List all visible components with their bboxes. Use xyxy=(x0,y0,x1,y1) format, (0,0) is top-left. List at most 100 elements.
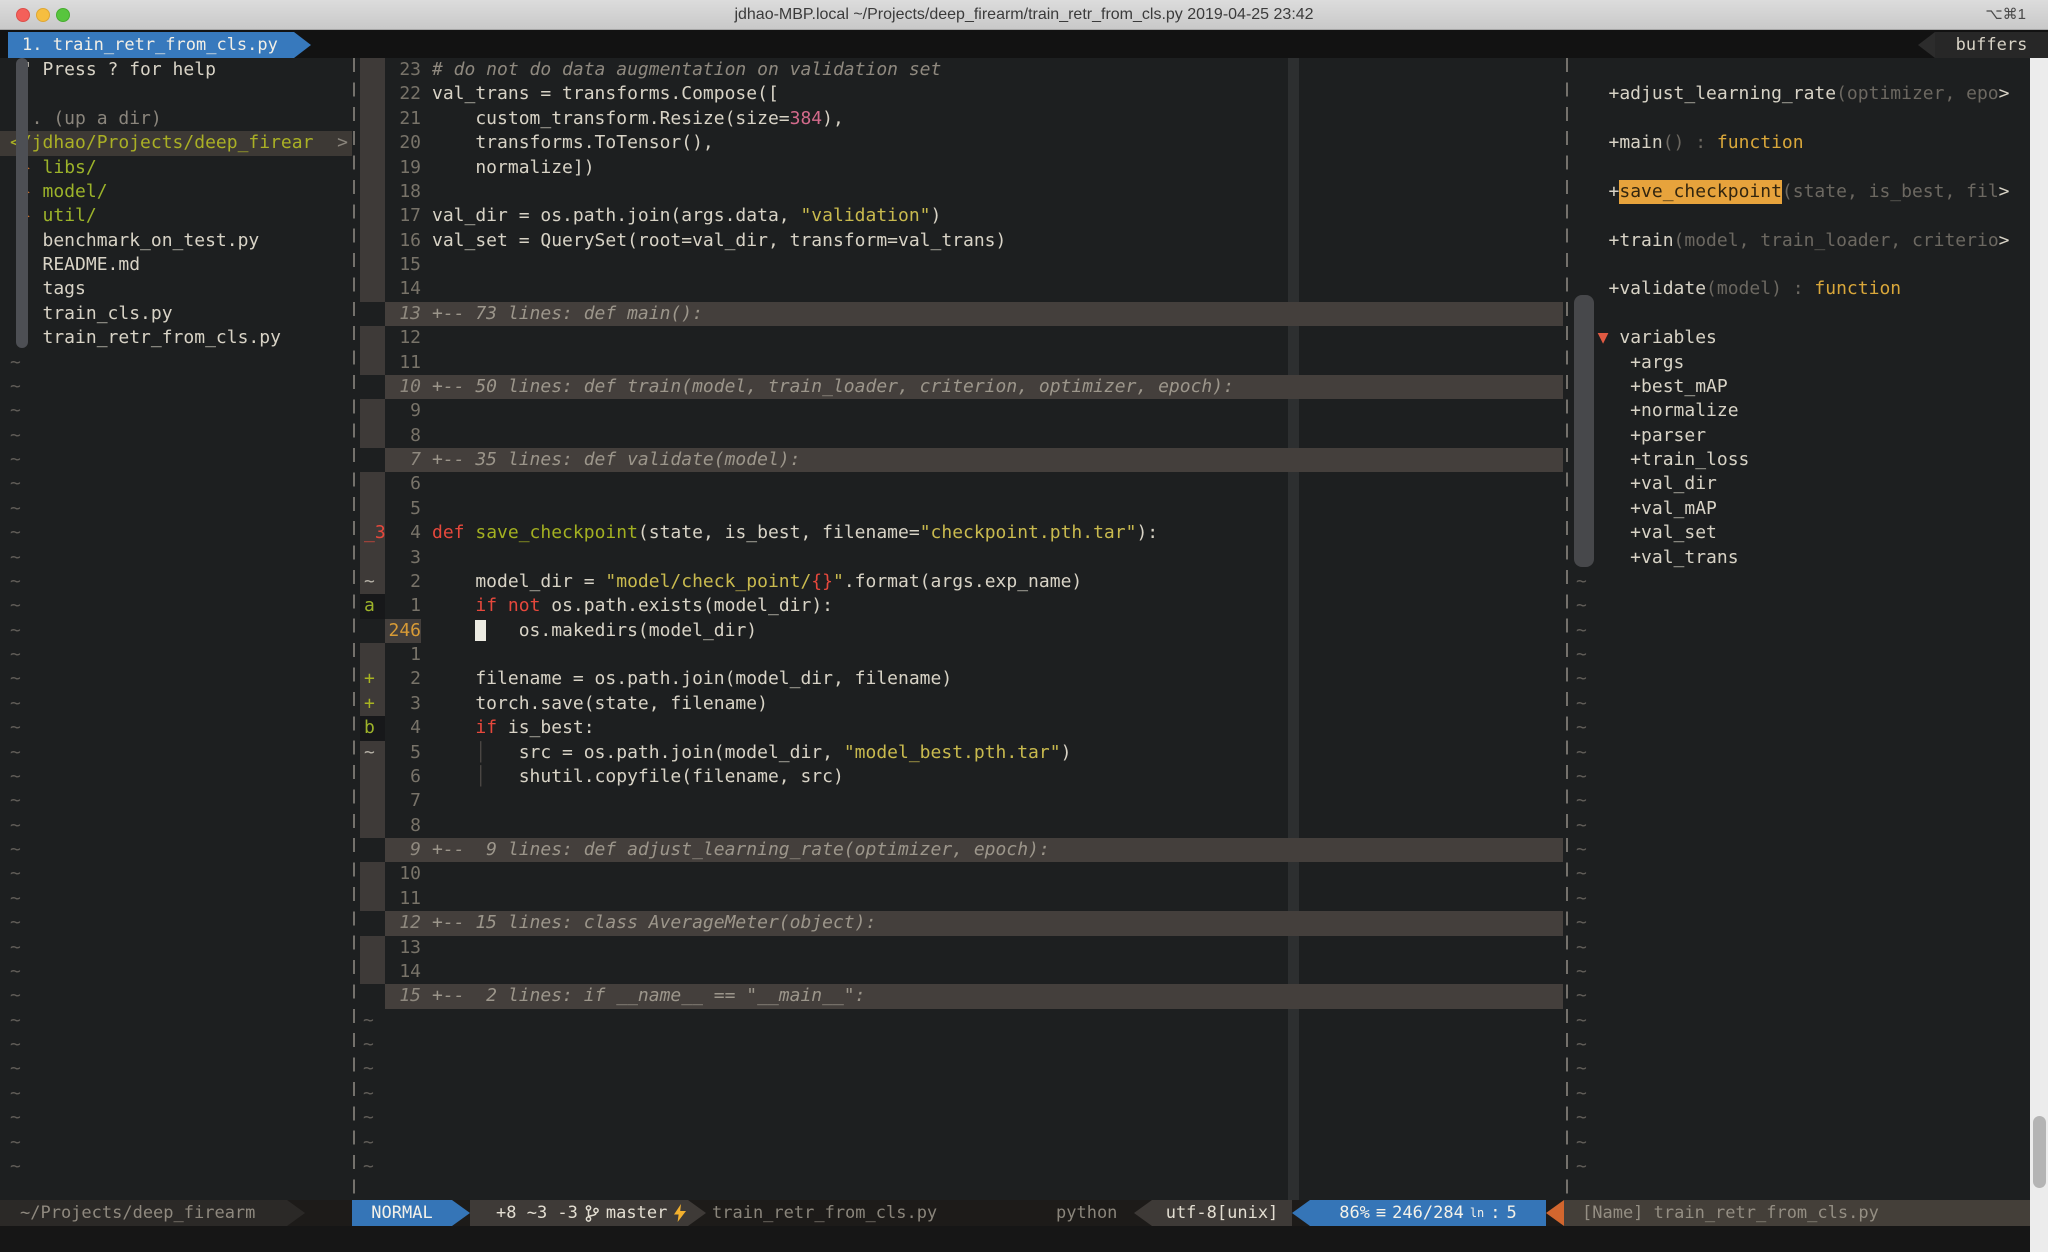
text-token: filename = os.path.join(model_dir, filen… xyxy=(432,668,952,689)
text-token: ): xyxy=(1136,522,1158,543)
tree-file-tags[interactable]: tags xyxy=(10,277,352,301)
tree-dir-model[interactable]: ▸ model/ xyxy=(10,180,352,204)
code-line[interactable]: 1 xyxy=(360,643,1563,667)
tab-train-retr-from-cls[interactable]: 1. train_retr_from_cls.py xyxy=(8,32,294,58)
code-line[interactable]: +3 torch.save(state, filename) xyxy=(360,692,1563,716)
tag-variable-val-map[interactable]: +val_mAP xyxy=(1576,497,2030,521)
text-token: os.path.exists(model_dir): xyxy=(540,595,833,616)
code-line[interactable]: 8 xyxy=(360,424,1563,448)
code-line[interactable]: 9 xyxy=(360,399,1563,423)
code-line[interactable]: +2 filename = os.path.join(model_dir, fi… xyxy=(360,667,1563,691)
fold-line[interactable]: 12+-- 15 lines: class AverageMeter(objec… xyxy=(360,911,1563,935)
tag-function-adjust-learning-rate[interactable]: +adjust_learning_rate(optimizer, epo> xyxy=(1576,82,2030,106)
sign-column-cell xyxy=(360,619,385,643)
code-line[interactable]: b4 if is_best: xyxy=(360,716,1563,740)
text-token: ~ xyxy=(10,887,21,911)
tag-variable-best-map[interactable]: +best_mAP xyxy=(1576,375,2030,399)
tag-item xyxy=(1576,156,2030,180)
code-line[interactable]: 20 transforms.ToTensor(), xyxy=(360,131,1563,155)
zoom-button[interactable] xyxy=(56,8,70,22)
fold-line[interactable]: 13+-- 73 lines: def main(): xyxy=(360,302,1563,326)
code-line[interactable]: 8 xyxy=(360,814,1563,838)
code-line[interactable]: 14 xyxy=(360,960,1563,984)
tag-variable-val-set[interactable]: +val_set xyxy=(1576,521,2030,545)
code-line[interactable]: 6 │ shutil.copyfile(filename, src) xyxy=(360,765,1563,789)
close-button[interactable] xyxy=(16,8,30,22)
cursor-block xyxy=(475,620,486,641)
tag-variable-train-loss[interactable]: +train_loss xyxy=(1576,448,2030,472)
code-line[interactable]: 22val_trans = transforms.Compose([ xyxy=(360,82,1563,106)
empty-line: ~ xyxy=(10,984,352,1008)
code-line[interactable]: 14 xyxy=(360,277,1563,301)
code-line[interactable]: 10 xyxy=(360,862,1563,886)
code-line[interactable]: 11 xyxy=(360,887,1563,911)
tree-help-text[interactable]: " Press ? for help xyxy=(10,58,352,82)
vertical-split-separator[interactable] xyxy=(1566,58,1568,1200)
window-scrollbar-thumb[interactable] xyxy=(2033,1116,2046,1188)
minimize-button[interactable] xyxy=(36,8,50,22)
tree-root-path[interactable]: </jdhao/Projects/deep_firear> xyxy=(0,131,352,155)
code-line[interactable]: a1 if not os.path.exists(model_dir): xyxy=(360,594,1563,618)
fold-line[interactable]: 9+-- 9 lines: def adjust_learning_rate(o… xyxy=(360,838,1563,862)
sign-column-cell xyxy=(360,887,385,911)
tree-file-readme[interactable]: README.md xyxy=(10,253,352,277)
tree-file-train-cls[interactable]: train_cls.py xyxy=(10,302,352,326)
tag-kind-variables[interactable]: ▼ variables xyxy=(1576,326,2030,350)
empty-line: ~ xyxy=(360,1106,1563,1130)
tag-function-save-checkpoint[interactable]: +save_checkpoint(state, is_best, fil> xyxy=(1576,180,2030,204)
code-line[interactable]: 12 xyxy=(360,326,1563,350)
tree-dir-util[interactable]: ▸ util/ xyxy=(10,204,352,228)
nerdtree-scrollbar[interactable] xyxy=(16,58,28,348)
tag-function-main[interactable]: +main() : function xyxy=(1576,131,2030,155)
tree-file-benchmark-on-test[interactable]: benchmark_on_test.py xyxy=(10,229,352,253)
text-token xyxy=(432,595,475,616)
empty-line: ~ xyxy=(10,619,352,643)
tag-function-validate[interactable]: +validate(model) : function xyxy=(1576,277,2030,301)
code-line[interactable]: 13 xyxy=(360,936,1563,960)
text-token: transforms.ToTensor(), xyxy=(432,132,714,153)
code-line[interactable]: ~5 │ src = os.path.join(model_dir, "mode… xyxy=(360,741,1563,765)
tagbar-scrollbar[interactable] xyxy=(1574,295,1594,567)
text-token: ~ xyxy=(10,448,21,472)
code-line[interactable]: 23# do not do data augmentation on valid… xyxy=(360,58,1563,82)
vertical-split-separator[interactable] xyxy=(353,58,355,1200)
code-line[interactable]: 11 xyxy=(360,351,1563,375)
code-line[interactable]: ~2 model_dir = "model/check_point/{}".fo… xyxy=(360,570,1563,594)
fold-line[interactable]: 10+-- 50 lines: def train(model, train_l… xyxy=(360,375,1563,399)
code-line[interactable]: 21 custom_transform.Resize(size=384), xyxy=(360,107,1563,131)
fold-line[interactable]: 7+-- 35 lines: def validate(model): xyxy=(360,448,1563,472)
buffers-label[interactable]: buffers xyxy=(1935,32,2048,58)
tree-file-train-retr-from-cls[interactable]: train_retr_from_cls.py xyxy=(10,326,352,350)
tag-function-train[interactable]: +train(model, train_loader, criterio> xyxy=(1576,229,2030,253)
tree-dir-libs[interactable]: ▸ libs/ xyxy=(10,156,352,180)
code-line[interactable]: _34def save_checkpoint(state, is_best, f… xyxy=(360,521,1563,545)
fold-line[interactable]: 15+-- 2 lines: if __name__ == "__main__"… xyxy=(360,984,1563,1008)
tree-up-dir[interactable]: .. (up a dir) xyxy=(10,107,352,131)
text-token: ~ xyxy=(10,1131,21,1155)
code-line[interactable]: 6 xyxy=(360,472,1563,496)
empty-line: ~ xyxy=(10,960,352,984)
code-line[interactable]: 5 xyxy=(360,497,1563,521)
tag-variable-normalize[interactable]: +normalize xyxy=(1576,399,2030,423)
code-line[interactable]: 3 xyxy=(360,546,1563,570)
tag-variable-parser[interactable]: +parser xyxy=(1576,424,2030,448)
tag-variable-val-trans[interactable]: +val_trans xyxy=(1576,546,2030,570)
text-token: ~ xyxy=(10,1155,21,1179)
text-token: README.md xyxy=(10,253,140,277)
sign-column-cell xyxy=(360,765,385,789)
text-token: ~ xyxy=(10,399,21,423)
statusline-filename: train_retr_from_cls.py xyxy=(712,1200,937,1226)
code-line[interactable]: 19 normalize]) xyxy=(360,156,1563,180)
code-line[interactable]: 7 xyxy=(360,789,1563,813)
command-line[interactable] xyxy=(0,1226,2048,1252)
code-line[interactable]: 17val_dir = os.path.join(args.data, "val… xyxy=(360,204,1563,228)
empty-line: ~ xyxy=(1576,936,2030,960)
tag-variable-args[interactable]: +args xyxy=(1576,351,2030,375)
code-line[interactable]: 246 os.makedirs(model_dir) xyxy=(360,619,1563,643)
code-line[interactable]: 15 xyxy=(360,253,1563,277)
window-scrollbar-track[interactable] xyxy=(2030,58,2048,1252)
tag-variable-val-dir[interactable]: +val_dir xyxy=(1576,472,2030,496)
code-line[interactable]: 16val_set = QuerySet(root=val_dir, trans… xyxy=(360,229,1563,253)
code-line[interactable]: 18 xyxy=(360,180,1563,204)
sign-column-cell xyxy=(360,814,385,838)
